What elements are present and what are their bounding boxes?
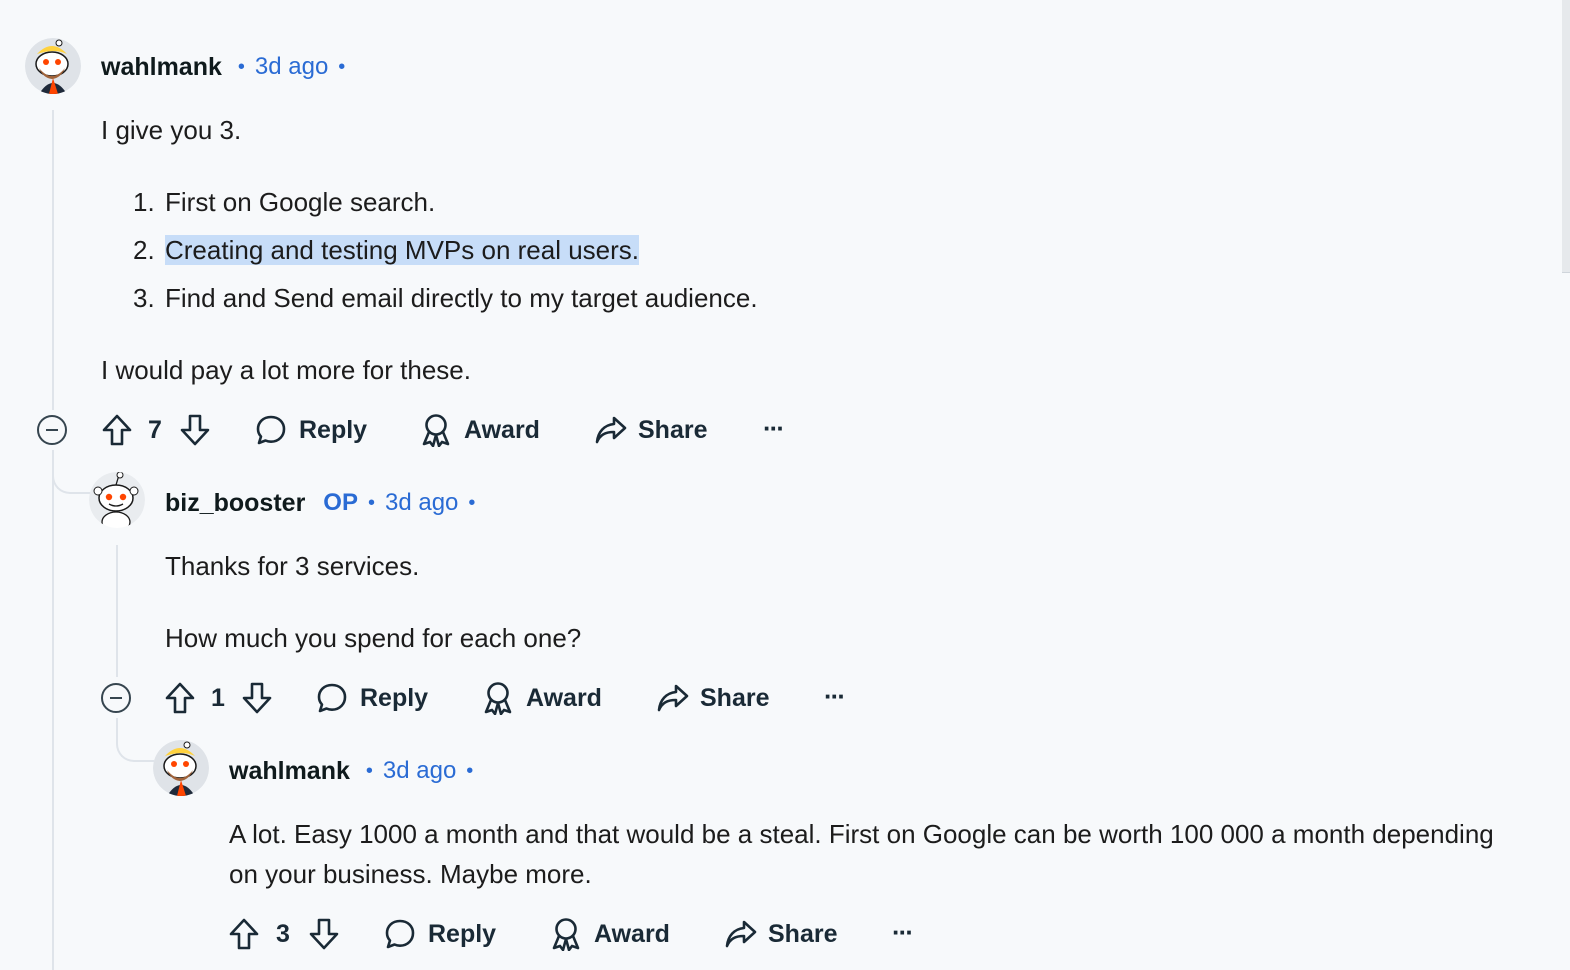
award-label: Award	[464, 415, 540, 444]
award-button[interactable]: Award	[420, 410, 540, 450]
reply-button[interactable]: Reply	[384, 914, 496, 954]
comment-meta: wahlmank • 3d ago •	[101, 52, 355, 82]
thread-line[interactable]	[52, 110, 54, 410]
avatar[interactable]	[89, 472, 145, 528]
share-label: Share	[768, 919, 838, 948]
avatar[interactable]	[153, 740, 209, 796]
timestamp[interactable]: 3d ago	[385, 489, 458, 517]
comment-paragraph: A lot. Easy 1000 a month and that would …	[229, 819, 1494, 889]
downvote-arrow-icon	[309, 918, 339, 950]
separator-dot: •	[237, 55, 245, 78]
award-label: Award	[594, 919, 670, 948]
upvote-button[interactable]	[101, 410, 133, 450]
username[interactable]: biz_booster	[165, 489, 305, 518]
separator-dot: •	[367, 491, 375, 514]
list-text: Find and Send email directly to my targe…	[165, 283, 758, 313]
vote-count: 1	[211, 683, 225, 712]
share-button[interactable]: Share	[594, 410, 707, 450]
timestamp[interactable]: 3d ago	[383, 757, 456, 785]
separator-dot: •	[338, 55, 346, 78]
thread-branch	[52, 450, 90, 494]
upvote-arrow-icon	[102, 414, 132, 446]
op-badge: OP	[323, 489, 358, 516]
award-ribbon-icon	[422, 414, 450, 447]
reply-button[interactable]: Reply	[255, 410, 367, 450]
share-arrow-icon	[657, 684, 689, 712]
speech-bubble-icon	[317, 683, 347, 713]
separator-dot: •	[365, 759, 373, 782]
speech-bubble-icon	[385, 919, 415, 949]
list-text: First on Google search.	[165, 187, 436, 217]
downvote-arrow-icon	[242, 682, 272, 714]
avatar[interactable]	[25, 38, 81, 94]
list-item: 3. Find and Send email directly to my tar…	[133, 278, 758, 318]
reply-label: Reply	[360, 683, 429, 712]
list-number: 1.	[133, 187, 155, 217]
vote-count: 3	[276, 919, 290, 948]
upvote-arrow-icon	[229, 918, 259, 950]
share-button[interactable]: Share	[724, 914, 837, 954]
thread-line[interactable]	[52, 450, 54, 970]
thread-branch	[116, 718, 154, 762]
comment-paragraph: I would pay a lot more for these.	[101, 355, 471, 385]
separator-dot: •	[466, 759, 474, 782]
share-arrow-icon	[725, 920, 757, 948]
award-ribbon-icon	[484, 682, 512, 715]
reply-button[interactable]: Reply	[316, 678, 428, 718]
thread-line[interactable]	[116, 545, 118, 677]
comment-paragraph: Thanks for 3 services.	[165, 551, 420, 581]
more-options-button[interactable]: ···	[892, 912, 914, 952]
reply-label: Reply	[299, 415, 368, 444]
award-label: Award	[526, 683, 602, 712]
downvote-button[interactable]	[179, 410, 211, 450]
vote-count: 7	[148, 415, 162, 444]
award-ribbon-icon	[552, 918, 580, 951]
downvote-button[interactable]	[308, 914, 340, 954]
speech-bubble-icon	[256, 415, 286, 445]
more-options-button[interactable]: ···	[824, 676, 846, 716]
upvote-arrow-icon	[165, 682, 195, 714]
reply-label: Reply	[428, 919, 497, 948]
separator-dot: •	[468, 491, 476, 514]
share-label: Share	[638, 415, 708, 444]
comment-paragraph: I give you 3.	[101, 115, 242, 145]
downvote-button[interactable]	[241, 678, 273, 718]
collapse-thread-button[interactable]	[37, 415, 67, 445]
scrollbar[interactable]	[1562, 0, 1570, 273]
comment-meta: wahlmank • 3d ago •	[229, 756, 483, 786]
list-number: 2.	[133, 235, 155, 265]
list-item: 1. First on Google search.	[133, 182, 435, 222]
username[interactable]: wahlmank	[229, 757, 350, 786]
share-button[interactable]: Share	[656, 678, 769, 718]
comment-meta: biz_booster OP • 3d ago •	[165, 488, 485, 518]
award-button[interactable]: Award	[550, 914, 670, 954]
upvote-button[interactable]	[228, 914, 260, 954]
share-arrow-icon	[595, 416, 627, 444]
share-label: Share	[700, 683, 770, 712]
username[interactable]: wahlmank	[101, 53, 222, 82]
list-number: 3.	[133, 283, 155, 313]
comment-paragraph: How much you spend for each one?	[165, 623, 582, 653]
award-button[interactable]: Award	[482, 678, 602, 718]
upvote-button[interactable]	[164, 678, 196, 718]
collapse-thread-button[interactable]	[101, 683, 131, 713]
more-options-button[interactable]: ···	[763, 408, 785, 448]
highlighted-text: Creating and testing MVPs on real users.	[165, 235, 640, 265]
list-item: 2. Creating and testing MVPs on real user…	[133, 230, 640, 270]
timestamp[interactable]: 3d ago	[255, 53, 328, 81]
downvote-arrow-icon	[180, 414, 210, 446]
